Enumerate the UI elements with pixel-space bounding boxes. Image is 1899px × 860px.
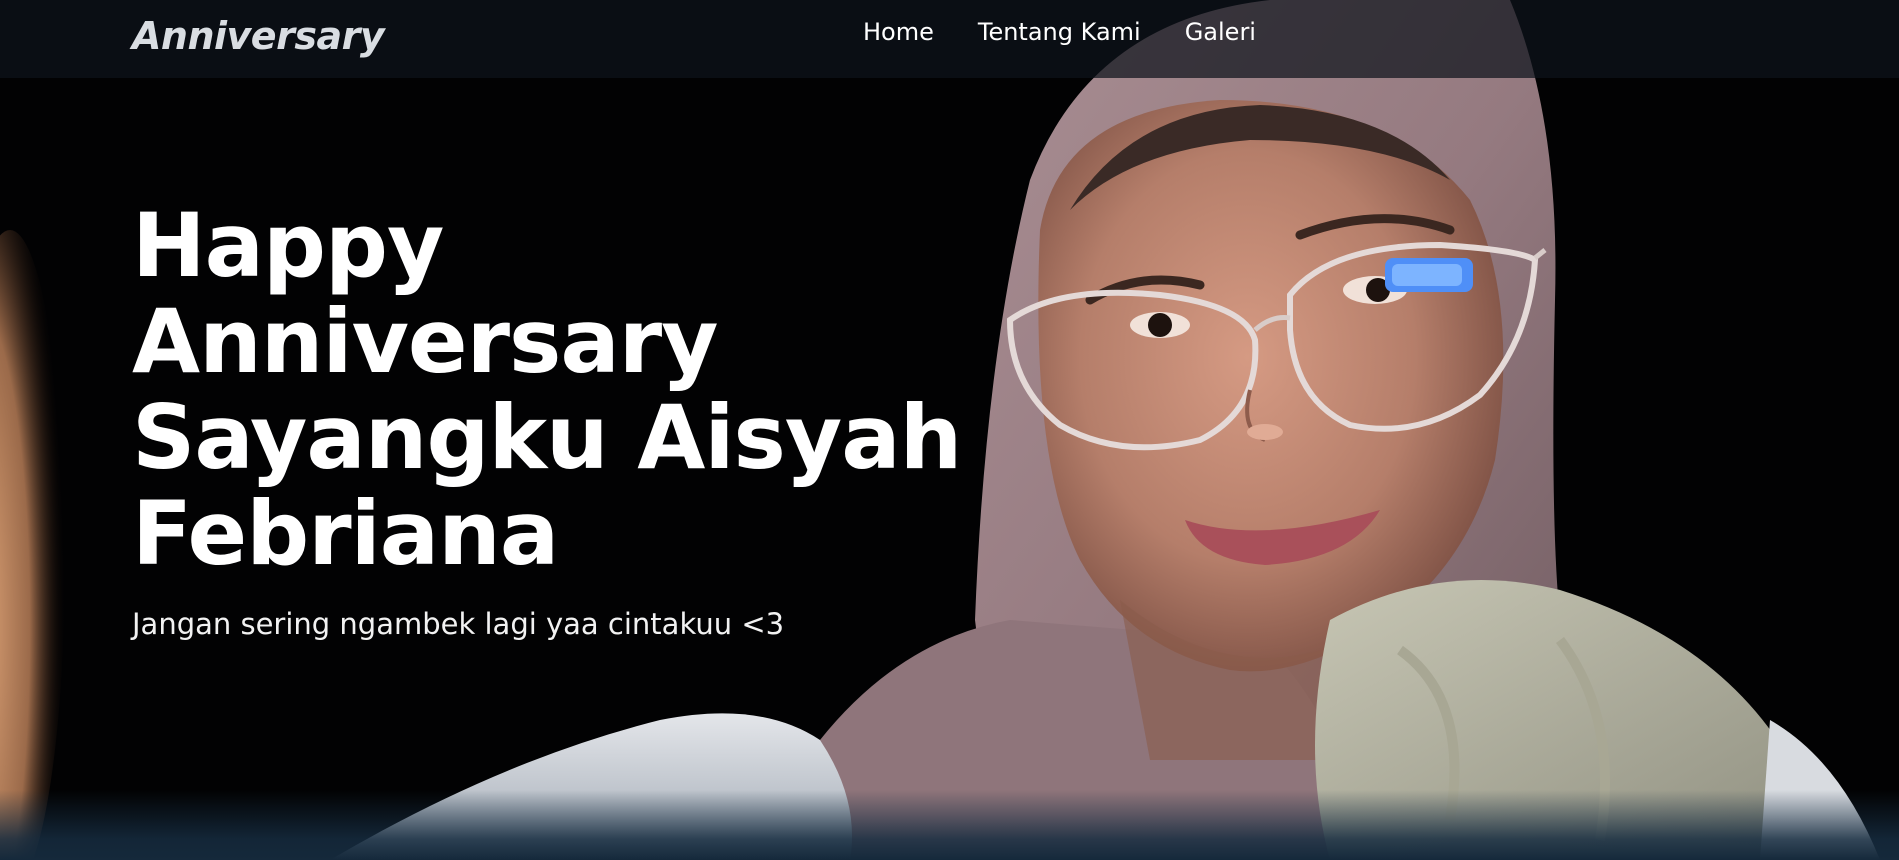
- nav-link-tentang-kami[interactable]: Tentang Kami: [978, 15, 1141, 49]
- landing-page: Anniversary Home Tentang Kami Galeri Hap…: [0, 0, 1899, 860]
- hero-section: Happy Anniversary Sayangku Aisyah Febria…: [132, 198, 1112, 644]
- bottom-fade-band: [0, 790, 1899, 860]
- hero-subtitle: Jangan sering ngambek lagi yaa cintakuu …: [132, 607, 785, 641]
- brand-logo[interactable]: Anniversary: [132, 14, 385, 58]
- nav-links: Home Tentang Kami Galeri: [863, 15, 1300, 49]
- navbar: Anniversary Home Tentang Kami Galeri: [0, 0, 1899, 78]
- hero-title: Happy Anniversary Sayangku Aisyah Febria…: [132, 194, 962, 585]
- nav-link-home[interactable]: Home: [863, 15, 934, 49]
- nav-link-galeri[interactable]: Galeri: [1185, 15, 1256, 49]
